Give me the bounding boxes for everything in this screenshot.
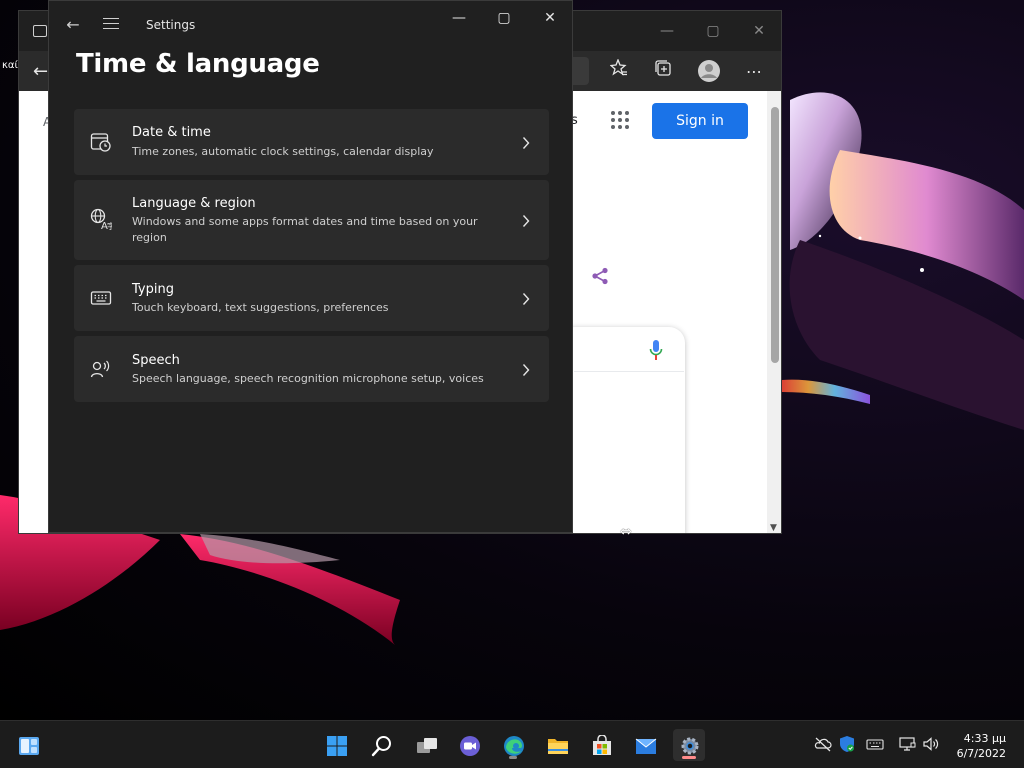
settings-app-title: Settings <box>146 18 196 32</box>
voice-search-mic-icon[interactable] <box>649 339 663 363</box>
settings-taskbar-button[interactable] <box>673 729 705 761</box>
network-icon[interactable] <box>898 735 916 753</box>
scroll-down-arrow-icon[interactable]: ▼ <box>770 523 777 533</box>
taskbar: 4:33 μμ 6/7/2022 <box>0 720 1024 768</box>
svg-text:字: 字 <box>107 221 112 230</box>
globe-language-icon: A字 <box>90 208 115 232</box>
browser-maximize-button[interactable]: ▢ <box>703 21 723 41</box>
keyboard-input-icon[interactable] <box>866 735 884 753</box>
calendar-clock-icon <box>90 131 112 153</box>
chevron-right-icon <box>521 213 531 227</box>
start-button[interactable] <box>320 729 352 761</box>
file-explorer-button[interactable] <box>541 729 573 761</box>
back-arrow-icon[interactable]: ← <box>63 15 83 35</box>
settings-item-description: Windows and some apps format dates and t… <box>132 215 478 244</box>
windows-security-icon[interactable] <box>838 735 856 753</box>
speech-icon <box>90 358 112 380</box>
volume-icon[interactable] <box>922 735 940 753</box>
hamburger-menu-icon[interactable] <box>103 18 119 32</box>
windows-start-icon <box>326 735 347 756</box>
more-options-icon[interactable]: ⋯ <box>741 59 767 85</box>
settings-close-button[interactable]: ✕ <box>535 7 565 29</box>
teams-chat-icon <box>459 735 480 756</box>
scrollbar-thumb[interactable] <box>771 107 779 363</box>
mail-button[interactable] <box>629 729 661 761</box>
edge-button[interactable] <box>497 729 529 761</box>
widgets-icon <box>18 735 39 755</box>
browser-back-icon[interactable]: ← <box>33 61 48 82</box>
settings-item-speech[interactable]: Speech Speech language, speech recogniti… <box>74 336 549 402</box>
keyboard-icon <box>90 287 112 309</box>
browser-minimize-button[interactable]: — <box>657 21 677 41</box>
settings-item-title: Date & time <box>132 125 211 140</box>
running-indicator <box>509 756 517 759</box>
google-apps-icon[interactable] <box>611 111 629 129</box>
chat-button[interactable] <box>453 729 485 761</box>
collections-icon[interactable] <box>650 59 676 85</box>
settings-gear-icon <box>679 735 699 755</box>
settings-item-date-time[interactable]: Date & time Time zones, automatic clock … <box>74 109 549 175</box>
settings-item-description: Speech language, speech recognition micr… <box>132 372 484 385</box>
active-indicator <box>682 756 696 759</box>
chevron-right-icon <box>521 362 531 376</box>
search-icon <box>371 735 391 757</box>
settings-item-title: Language & region <box>132 196 256 211</box>
widgets-button[interactable] <box>12 729 44 761</box>
task-view-button[interactable] <box>410 729 442 761</box>
settings-item-title: Typing <box>132 282 174 297</box>
browser-scrollbar[interactable]: ▼ <box>767 91 781 533</box>
settings-item-typing[interactable]: Typing Touch keyboard, text suggestions,… <box>74 265 549 331</box>
settings-maximize-button[interactable]: ▢ <box>489 7 519 29</box>
resize-cursor-icon: ⇔ <box>620 524 632 540</box>
desktop-edge-text: καί <box>2 60 18 71</box>
search-divider <box>574 371 684 372</box>
chevron-right-icon <box>521 135 531 149</box>
settings-item-title: Speech <box>132 353 180 368</box>
search-box[interactable] <box>559 327 685 533</box>
profile-avatar-icon[interactable] <box>696 59 722 85</box>
onedrive-offline-icon[interactable] <box>814 735 832 753</box>
sign-in-button[interactable]: Sign in <box>652 103 748 139</box>
favorites-icon[interactable] <box>606 58 632 85</box>
store-bag-icon <box>591 734 611 755</box>
settings-minimize-button[interactable]: — <box>444 7 474 29</box>
task-view-icon <box>416 735 437 755</box>
clock[interactable]: 4:33 μμ 6/7/2022 <box>957 731 1006 761</box>
folder-icon <box>547 735 568 755</box>
browser-close-button[interactable]: ✕ <box>749 21 769 41</box>
mail-icon <box>635 735 657 755</box>
search-button[interactable] <box>365 729 397 761</box>
store-button[interactable] <box>585 729 617 761</box>
settings-item-description: Touch keyboard, text suggestions, prefer… <box>132 301 389 314</box>
edge-browser-icon <box>503 735 524 756</box>
share-icon[interactable] <box>591 267 609 285</box>
tab-actions-icon[interactable] <box>33 25 47 37</box>
settings-window[interactable]: ← Settings — ▢ ✕ Time & language Date & … <box>48 0 573 533</box>
chevron-right-icon <box>521 291 531 305</box>
page-title: Time & language <box>76 49 320 79</box>
clock-date: 6/7/2022 <box>956 747 1006 760</box>
settings-item-language-region[interactable]: A字 Language & region Windows and some ap… <box>74 180 549 260</box>
clock-time: 4:33 μμ <box>963 732 1006 745</box>
settings-item-description: Time zones, automatic clock settings, ca… <box>132 145 434 158</box>
